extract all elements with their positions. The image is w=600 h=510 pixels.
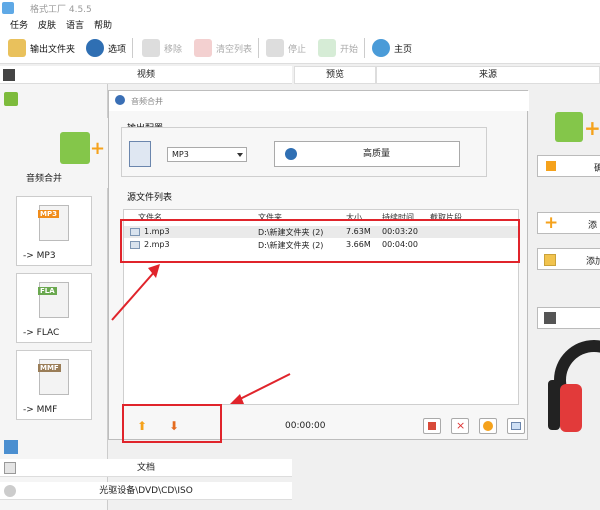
globe-icon [372, 39, 390, 57]
toolbar-divider [132, 38, 133, 58]
film-icon [3, 69, 15, 81]
arrow-line [237, 373, 291, 401]
options-button[interactable]: 选项 [86, 38, 126, 58]
menu-bar: 任务 皮肤 语言 帮助 [0, 16, 600, 32]
folder-icon [8, 39, 26, 57]
clear-list-button[interactable]: 清空列表 [194, 38, 252, 58]
document-icon [4, 462, 16, 474]
tile-flac[interactable]: FLA -> FLAC [16, 273, 92, 343]
folder-add-icon [544, 254, 556, 266]
disc-icon [4, 485, 16, 497]
toolbar-divider [364, 38, 365, 58]
mp3-file-icon: MP3 [38, 205, 69, 241]
format-select[interactable]: MP3 [167, 147, 247, 162]
info-icon [511, 422, 521, 430]
clear-icon [194, 39, 212, 57]
arrow-line [111, 269, 157, 321]
output-folder-button[interactable]: 输出文件夹 [8, 38, 75, 58]
confirm-button[interactable]: 确 [537, 155, 600, 177]
annotation-arrows [111, 264, 291, 404]
window-title: 格式工厂 4.5.5 [30, 5, 92, 15]
quality-button[interactable]: 高质量 [274, 141, 460, 167]
remove-clip-button[interactable]: × [451, 418, 469, 434]
remove-icon [142, 39, 160, 57]
dialog-title: 音频合并 [131, 97, 163, 106]
total-duration: 00:00:00 [285, 421, 326, 431]
tile-mmf[interactable]: MMF -> MMF [16, 350, 92, 420]
header-preview[interactable]: 预览 [294, 66, 376, 84]
play-icon [318, 39, 336, 57]
stop-icon [266, 39, 284, 57]
info-button[interactable] [507, 418, 525, 434]
home-button[interactable]: 主页 [372, 38, 412, 58]
mp3-format-icon [129, 141, 151, 167]
menu-language[interactable]: 语言 [66, 18, 84, 31]
close-icon: × [456, 419, 466, 432]
music-icon [4, 92, 18, 106]
plus-icon: + [90, 138, 106, 159]
film-strip-icon [544, 312, 556, 324]
arrow-icon [546, 161, 556, 171]
category-video[interactable]: 视频 [0, 66, 292, 84]
start-button[interactable]: 开始 [318, 38, 358, 58]
toolbar: 输出文件夹 选项 移除 清空列表 停止 开始 主页 [0, 32, 600, 64]
plus-icon: + [584, 116, 600, 140]
audio-merge-tile[interactable]: + 音频合并 [16, 118, 108, 188]
remove-button[interactable]: 移除 [142, 38, 182, 58]
gear-icon [86, 39, 104, 57]
film-strip-button[interactable] [537, 307, 600, 329]
stop-button[interactable]: 停止 [266, 38, 306, 58]
play-icon [483, 421, 493, 431]
category-document[interactable]: 文档 [0, 459, 292, 477]
add-folder-button[interactable]: 添加 [537, 248, 600, 270]
menu-task[interactable]: 任务 [10, 18, 28, 31]
headphones-icon [548, 340, 600, 480]
tile-mp3[interactable]: MP3 -> MP3 [16, 196, 92, 266]
plus-icon: + [544, 213, 559, 233]
source-list-label: 源文件列表 [127, 193, 173, 203]
toolbar-divider [258, 38, 259, 58]
audio-merge-large-icon [555, 112, 583, 142]
dialog-title-bar: 音频合并 [109, 91, 529, 111]
add-file-button[interactable]: + 添 [537, 212, 600, 234]
settings-icon [285, 148, 297, 160]
app-icon [2, 2, 14, 14]
app-logo-icon [115, 95, 125, 105]
clip-icon [428, 422, 436, 430]
title-bar: 格式工厂 4.5.5 [0, 0, 600, 16]
audio-merge-icon [60, 132, 90, 164]
menu-skin[interactable]: 皮肤 [38, 18, 56, 31]
category-optical[interactable]: 光驱设备\DVD\CD\ISO [0, 482, 292, 500]
mmf-file-icon: MMF [38, 359, 69, 395]
clip-button[interactable] [423, 418, 441, 434]
menu-help[interactable]: 帮助 [94, 18, 112, 31]
header-source[interactable]: 来源 [376, 66, 600, 84]
flac-file-icon: FLA [38, 282, 69, 318]
picture-icon [4, 440, 18, 454]
play-button[interactable] [479, 418, 497, 434]
arrow-head [230, 394, 244, 404]
chevron-down-icon [237, 153, 243, 157]
